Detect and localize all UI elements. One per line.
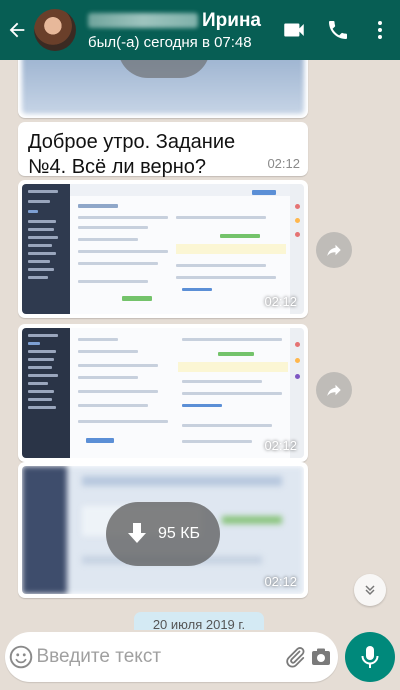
forward-icon	[327, 384, 341, 396]
image-message[interactable]: 95 КБ 02:12	[18, 462, 308, 598]
message-time: 02:12	[264, 438, 297, 453]
forward-button[interactable]	[316, 372, 352, 408]
chat-header: Ирина был(-а) сегодня в 07:48	[0, 0, 400, 60]
text-message[interactable]: Доброе утро. Задание №4. Всё ли верно? 0…	[18, 122, 308, 178]
video-call-icon	[284, 23, 304, 37]
phone-icon	[329, 21, 347, 39]
emoji-button[interactable]	[7, 644, 35, 670]
message-time: 02:12	[264, 574, 297, 589]
camera-button[interactable]	[308, 645, 334, 669]
screenshot-thumbnail	[22, 184, 304, 314]
back-button[interactable]	[2, 0, 32, 60]
voice-call-button[interactable]	[316, 0, 360, 60]
back-arrow-icon	[9, 22, 25, 38]
image-message[interactable]	[18, 60, 308, 118]
download-button[interactable]: 95 КБ	[106, 502, 220, 566]
forward-icon	[327, 244, 341, 256]
attach-button[interactable]	[282, 645, 308, 669]
composer	[5, 632, 338, 682]
forward-button[interactable]	[316, 232, 352, 268]
download-icon	[127, 523, 146, 543]
message-time: 02:12	[264, 294, 297, 309]
attach-icon	[285, 647, 305, 668]
double-chevron-down-icon	[365, 585, 375, 596]
date-separator: 20 июля 2019 г.	[134, 612, 264, 630]
message-text: Доброе утро. Задание №4. Всё ли верно?	[28, 131, 236, 178]
image-message[interactable]: 02:12	[18, 180, 308, 318]
avatar[interactable]	[34, 9, 76, 51]
message-list[interactable]: Доброе утро. Задание №4. Всё ли верно? 0…	[0, 60, 400, 630]
voice-message-button[interactable]	[345, 632, 395, 682]
image-message[interactable]: 02:12	[18, 324, 308, 462]
screenshot-thumbnail	[22, 328, 304, 458]
more-vert-icon	[378, 21, 382, 39]
mic-icon	[361, 646, 379, 668]
menu-button[interactable]	[360, 0, 400, 60]
video-call-button[interactable]	[272, 0, 316, 60]
file-size: 95 КБ	[157, 525, 201, 542]
last-seen-status: был(-а) сегодня в 07:48	[88, 33, 252, 51]
contact-name: Ирина	[202, 9, 261, 31]
message-input[interactable]	[36, 646, 282, 668]
camera-icon	[311, 648, 330, 665]
emoji-icon	[9, 645, 33, 669]
blurred-surname	[88, 13, 198, 28]
message-time: 02:12	[267, 156, 300, 171]
contact-info[interactable]: Ирина был(-а) сегодня в 07:48	[88, 10, 272, 51]
scroll-to-bottom-button[interactable]	[354, 574, 386, 606]
